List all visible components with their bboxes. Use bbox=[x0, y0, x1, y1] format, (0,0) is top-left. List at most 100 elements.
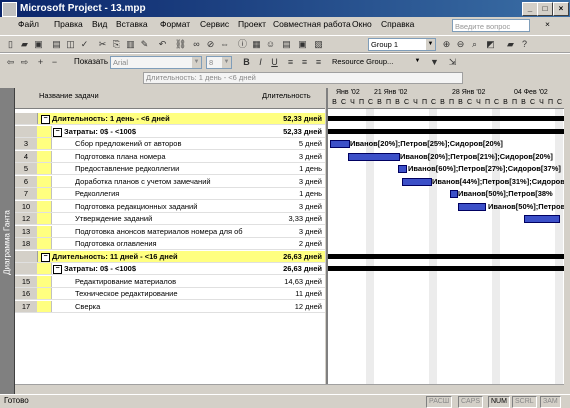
table-row[interactable]: 3 Сбор предложений от авторов 5 дней bbox=[15, 138, 325, 150]
task-name-cell[interactable]: Длительность: 1 день - <6 дней bbox=[52, 113, 170, 124]
summary-bar[interactable] bbox=[328, 266, 564, 271]
task-bar[interactable] bbox=[524, 215, 560, 223]
column-header-name[interactable]: Название задачи bbox=[39, 91, 99, 100]
menu-help[interactable]: Справка bbox=[381, 19, 414, 29]
timescale-icon[interactable]: ▧ bbox=[312, 39, 325, 50]
task-name-cell[interactable]: Редактирование материалов bbox=[75, 276, 176, 287]
arrow-left-icon[interactable]: ⇦ bbox=[4, 57, 17, 68]
assign-resources-icon[interactable]: ☺ bbox=[264, 39, 277, 50]
duration-cell[interactable]: 3 дней bbox=[299, 176, 322, 187]
collapse-icon[interactable]: − bbox=[53, 127, 62, 137]
row-id[interactable]: 17 bbox=[15, 300, 38, 312]
task-name-cell[interactable]: Подготовка анонсов материалов номера для… bbox=[75, 226, 243, 237]
goto-task-icon[interactable]: ⌕ bbox=[468, 39, 481, 50]
notes-icon[interactable]: ▦ bbox=[250, 39, 263, 50]
menu-collaborate[interactable]: Совместная работа bbox=[273, 19, 351, 29]
task-name-cell[interactable]: Предоставление редколлегии bbox=[75, 163, 179, 174]
menu-tools[interactable]: Сервис bbox=[200, 19, 229, 29]
publish-icon[interactable]: ▤ bbox=[280, 39, 293, 50]
collapse-icon[interactable]: − bbox=[41, 115, 50, 124]
zoom-in-icon[interactable]: ⊕ bbox=[440, 39, 453, 50]
menu-file[interactable]: Файл bbox=[18, 19, 39, 29]
table-row[interactable]: 16 Техническое редактирование 11 дней bbox=[15, 288, 325, 300]
copy-picture-icon[interactable]: ▣ bbox=[296, 39, 309, 50]
summary-bar[interactable] bbox=[328, 116, 564, 121]
doc-close-icon[interactable]: × bbox=[545, 19, 550, 29]
row-id[interactable] bbox=[15, 113, 38, 124]
autofilter-icon[interactable]: ⇲ bbox=[446, 57, 459, 68]
duration-cell[interactable]: 3 дней bbox=[299, 151, 322, 162]
open-icon[interactable]: ▰ bbox=[18, 39, 31, 50]
task-info-icon[interactable]: ⓘ bbox=[236, 39, 249, 50]
group-select[interactable]: Group 1 ▼ bbox=[368, 38, 436, 51]
menu-project[interactable]: Проект bbox=[238, 19, 266, 29]
new-icon[interactable]: ▯ bbox=[4, 39, 17, 50]
view-bar[interactable]: Диаграмма Ганта bbox=[0, 88, 15, 394]
vertical-scrollbar[interactable] bbox=[564, 88, 570, 394]
task-bar[interactable] bbox=[402, 177, 432, 186]
align-center-icon[interactable]: ≡ bbox=[298, 57, 311, 68]
table-row[interactable]: 10 Подготовка редакционных заданий 3 дней bbox=[15, 200, 325, 213]
table-row[interactable]: 6 Доработка планов с учетом замечаний 3 дн… bbox=[15, 175, 325, 188]
task-bar[interactable] bbox=[458, 202, 486, 211]
task-name-cell[interactable]: Подготовка плана номера bbox=[75, 151, 166, 162]
add-icon[interactable]: + bbox=[34, 57, 47, 68]
menu-format[interactable]: Формат bbox=[160, 19, 190, 29]
duration-cell[interactable]: 26,63 дней bbox=[283, 251, 322, 262]
task-name-cell[interactable]: Редколлегия bbox=[75, 188, 119, 199]
row-id[interactable]: 5 bbox=[15, 163, 38, 174]
maximize-button[interactable]: □ bbox=[537, 2, 553, 16]
gantt-chart[interactable]: Янв '02 21 Янв '02 28 Янв '02 04 Фев '02 В С Ч… bbox=[326, 88, 564, 394]
print-icon[interactable]: ▤ bbox=[50, 39, 63, 50]
show-button[interactable]: Показать bbox=[74, 57, 108, 66]
task-name-cell[interactable]: Утверждение заданий bbox=[75, 213, 152, 224]
group-header-row[interactable]: − Длительность: 1 день - <6 дней 52,33 дне… bbox=[15, 113, 325, 125]
table-row[interactable]: 4 Подготовка плана номера 3 дней bbox=[15, 150, 325, 163]
duration-cell[interactable]: 3 дней bbox=[299, 201, 322, 212]
menu-edit[interactable]: Правка bbox=[54, 19, 83, 29]
row-id[interactable]: 12 bbox=[15, 213, 38, 224]
task-bar[interactable] bbox=[398, 165, 407, 173]
task-name-cell[interactable]: Подготовка редакционных заданий bbox=[75, 201, 197, 212]
task-name-cell[interactable]: Затраты: 0$ - <100$ bbox=[64, 126, 136, 137]
spelling-icon[interactable]: ✓ bbox=[78, 39, 91, 50]
duration-cell[interactable]: 52,33 дней bbox=[283, 113, 322, 124]
summary-row[interactable]: − Затраты: 0$ - <100$ 26,63 дней bbox=[15, 263, 325, 275]
row-id[interactable]: 18 bbox=[15, 238, 38, 249]
task-bar[interactable] bbox=[450, 190, 458, 198]
task-name-cell[interactable]: Сверка bbox=[75, 301, 100, 312]
app-icon[interactable] bbox=[2, 2, 17, 17]
row-id[interactable]: 3 bbox=[15, 138, 38, 149]
minimize-button[interactable]: _ bbox=[522, 2, 538, 16]
resource-group-select[interactable]: Resource Group... ▼ bbox=[330, 56, 422, 69]
cut-icon[interactable]: ✂ bbox=[96, 39, 109, 50]
entry-field[interactable]: Длительность: 1 день - <6 дней bbox=[143, 72, 463, 84]
table-row[interactable]: 7 Редколлегия 1 день bbox=[15, 188, 325, 200]
row-id[interactable] bbox=[15, 125, 38, 137]
copy-icon[interactable]: ⎘ bbox=[110, 39, 123, 50]
task-name-cell[interactable]: Сбор предложений от авторов bbox=[75, 138, 181, 149]
table-row[interactable]: 17 Сверка 12 дней bbox=[15, 300, 325, 313]
align-right-icon[interactable]: ≡ bbox=[312, 57, 325, 68]
remove-icon[interactable]: − bbox=[48, 57, 61, 68]
duration-cell[interactable]: 3,33 дней bbox=[288, 213, 322, 224]
duration-cell[interactable]: 5 дней bbox=[299, 138, 322, 149]
save-icon[interactable]: ▣ bbox=[32, 39, 45, 50]
align-left-icon[interactable]: ≡ bbox=[284, 57, 297, 68]
filter-icon[interactable]: ▼ bbox=[428, 57, 441, 68]
underline-icon[interactable]: U bbox=[268, 57, 281, 68]
hyperlink-icon[interactable]: ⛓ bbox=[174, 39, 187, 50]
close-button[interactable]: × bbox=[553, 2, 569, 16]
table-row[interactable]: 13 Подготовка анонсов материалов номера д… bbox=[15, 225, 325, 238]
link-tasks-icon[interactable]: ∞ bbox=[190, 39, 203, 50]
row-id[interactable]: 6 bbox=[15, 175, 38, 187]
duration-cell[interactable]: 1 день bbox=[299, 188, 322, 199]
duration-cell[interactable]: 12 дней bbox=[295, 301, 322, 312]
task-name-cell[interactable]: Длительность: 11 дней - <16 дней bbox=[52, 251, 178, 262]
duration-cell[interactable]: 2 дней bbox=[299, 238, 322, 249]
arrow-right-icon[interactable]: ⇨ bbox=[18, 57, 31, 68]
table-row[interactable]: 18 Подготовка оглавления 2 дней bbox=[15, 238, 325, 250]
task-name-cell[interactable]: Подготовка оглавления bbox=[75, 238, 157, 249]
format-painter-icon[interactable]: ✎ bbox=[138, 39, 151, 50]
menu-window[interactable]: Окно bbox=[352, 19, 372, 29]
